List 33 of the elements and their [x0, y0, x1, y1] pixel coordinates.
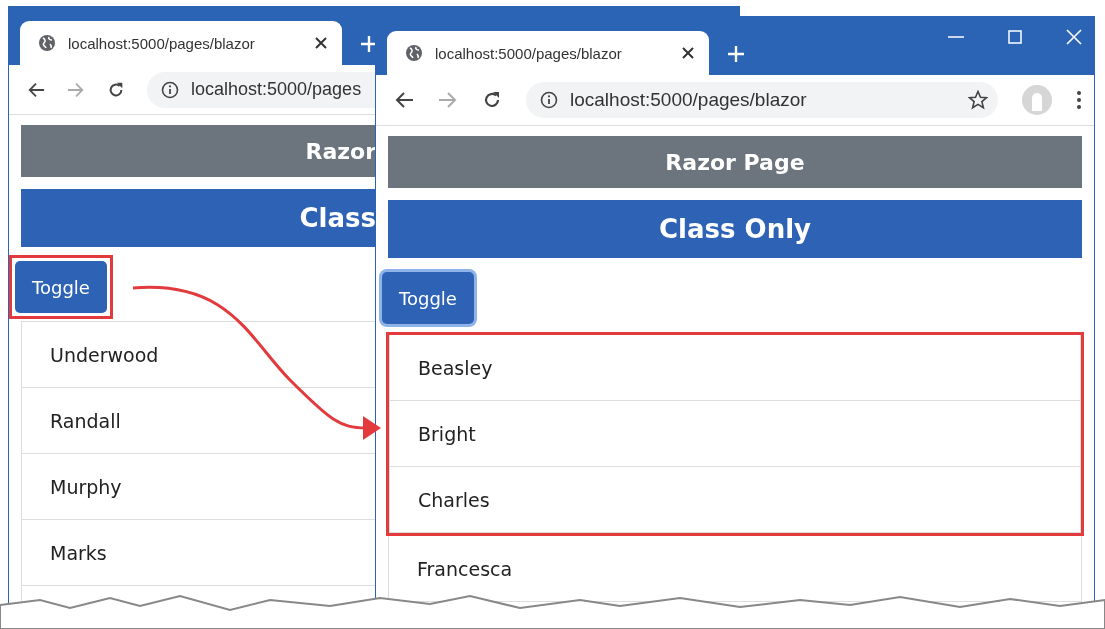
- info-icon[interactable]: [161, 80, 179, 99]
- list-item: Charles: [389, 467, 1081, 533]
- browser-tab[interactable]: localhost:5000/pages/blazor: [387, 31, 709, 75]
- star-icon[interactable]: [968, 90, 988, 110]
- menu-icon[interactable]: [1076, 90, 1082, 110]
- toggle-button[interactable]: Toggle: [382, 272, 474, 324]
- list-item: Randall: [21, 388, 376, 454]
- list-item: Beasley: [389, 335, 1081, 401]
- maximize-icon[interactable]: [1008, 30, 1022, 44]
- address-bar[interactable]: localhost:5000/pages: [147, 71, 376, 108]
- list-item: Francesca: [388, 536, 1082, 602]
- class-header: Class: [21, 189, 376, 247]
- reload-icon[interactable]: [482, 90, 502, 110]
- page-header: Razor: [21, 125, 376, 177]
- class-header: Class Only: [388, 200, 1082, 258]
- list-item: Murphy: [21, 454, 376, 520]
- info-icon[interactable]: [540, 91, 558, 109]
- new-tab-icon[interactable]: [360, 35, 378, 53]
- list-item: Underwood: [21, 321, 376, 388]
- tab-close-icon[interactable]: [681, 46, 695, 60]
- globe-icon: [38, 34, 56, 52]
- list-item: Bright: [389, 401, 1081, 467]
- close-icon[interactable]: [1066, 29, 1082, 45]
- list-item: Marks: [21, 520, 376, 586]
- browser-tab[interactable]: localhost:5000/pages/blazor: [20, 21, 342, 65]
- address-bar[interactable]: localhost:5000/pages/blazor: [526, 82, 998, 118]
- tab-close-icon[interactable]: [314, 36, 328, 50]
- new-tab-icon[interactable]: [727, 45, 745, 63]
- back-arrow-icon[interactable]: [27, 80, 45, 99]
- back-arrow-icon[interactable]: [394, 91, 414, 109]
- page-header: Razor Page: [388, 136, 1082, 188]
- toggle-button[interactable]: Toggle: [15, 261, 107, 313]
- globe-icon: [405, 44, 423, 62]
